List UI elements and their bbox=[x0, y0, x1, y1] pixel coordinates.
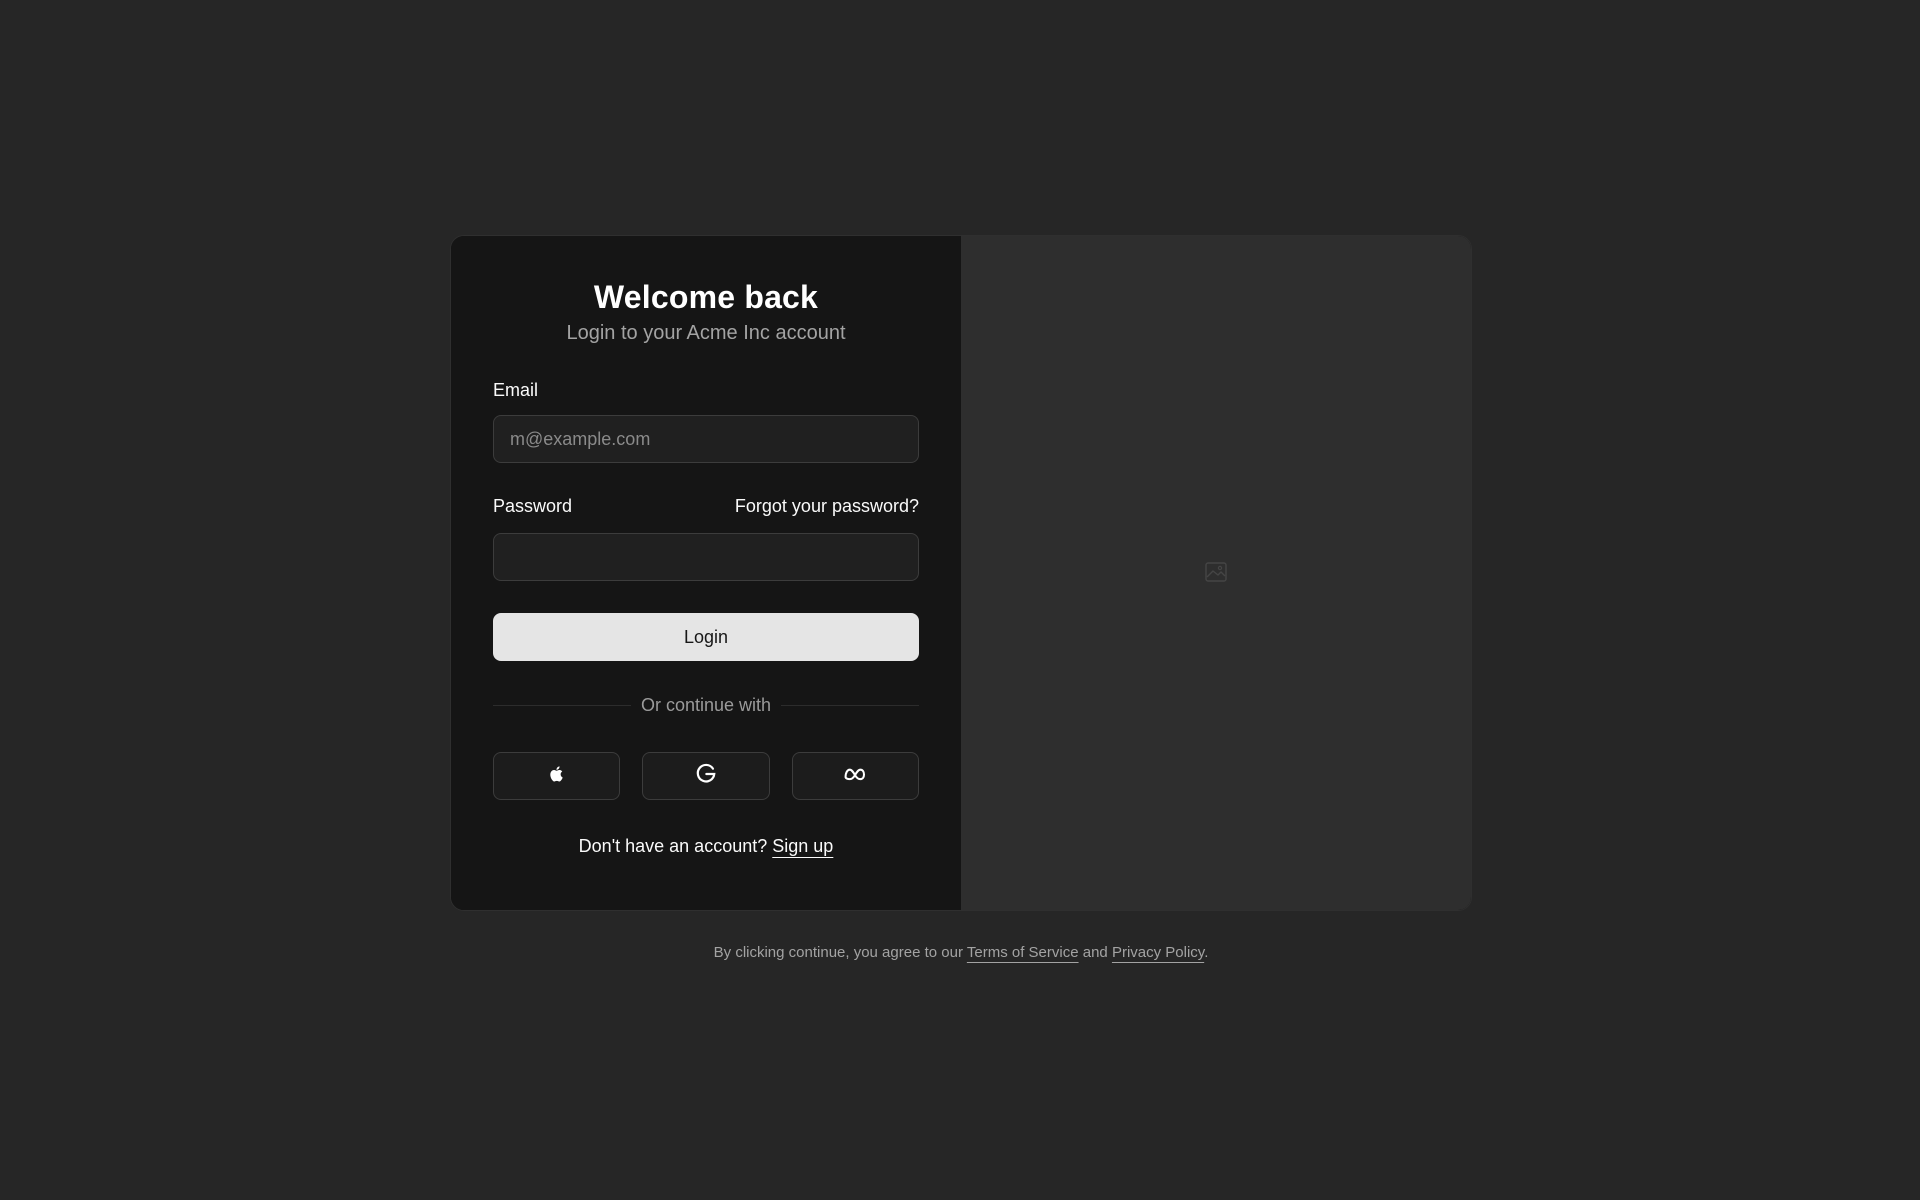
google-icon bbox=[695, 763, 717, 790]
legal-prefix: By clicking continue, you agree to our bbox=[713, 944, 963, 961]
legal-suffix: . bbox=[1204, 944, 1209, 961]
password-label-row: Password Forgot your password? bbox=[493, 496, 919, 517]
login-button[interactable]: Login bbox=[493, 613, 919, 662]
divider-line-right bbox=[781, 705, 919, 707]
email-field[interactable] bbox=[493, 415, 919, 464]
meta-login-button[interactable] bbox=[791, 752, 919, 801]
divider: Or continue with bbox=[493, 695, 919, 716]
privacy-link[interactable]: Privacy Policy bbox=[1112, 944, 1204, 961]
meta-icon bbox=[843, 766, 867, 787]
forgot-password-link[interactable]: Forgot your password? bbox=[735, 496, 919, 517]
login-form: Welcome back Login to your Acme Inc acco… bbox=[451, 236, 961, 910]
divider-text: Or continue with bbox=[640, 695, 772, 716]
social-login-row bbox=[493, 752, 919, 801]
terms-link[interactable]: Terms of Service bbox=[967, 944, 1079, 961]
legal-conjunction: and bbox=[1082, 944, 1108, 961]
signup-row: Don't have an account? Sign up bbox=[493, 836, 919, 857]
image-placeholder-icon bbox=[1204, 561, 1228, 583]
page-title: Welcome back bbox=[593, 279, 819, 315]
signup-link[interactable]: Sign up bbox=[772, 836, 833, 856]
password-field[interactable] bbox=[493, 533, 919, 582]
legal-notice: By clicking continue, you agree to our T… bbox=[450, 944, 1472, 961]
page-subtitle: Login to your Acme Inc account bbox=[566, 322, 846, 345]
divider-line-left bbox=[493, 705, 631, 707]
signup-prompt: Don't have an account? bbox=[578, 836, 768, 857]
email-label-row: Email bbox=[493, 380, 919, 401]
apple-login-button[interactable] bbox=[493, 752, 621, 801]
password-label: Password bbox=[493, 496, 573, 517]
email-label: Email bbox=[493, 380, 539, 401]
image-panel bbox=[961, 236, 1471, 910]
login-card: Welcome back Login to your Acme Inc acco… bbox=[450, 235, 1472, 911]
google-login-button[interactable] bbox=[642, 752, 770, 801]
apple-icon bbox=[547, 763, 567, 790]
